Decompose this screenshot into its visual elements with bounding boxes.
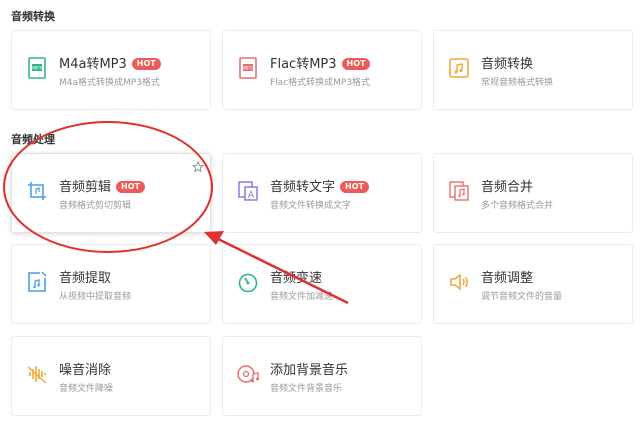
audio-speed-icon <box>236 270 260 294</box>
tool-card-title: 音频提取 <box>59 271 112 286</box>
section-title-conversion: 音频转换 <box>11 10 55 23</box>
tool-card-desc: 常规音频格式转换 <box>481 78 554 88</box>
tool-card-title: 噪音消除 <box>59 363 112 378</box>
tool-card-desc: 音频文件背景音乐 <box>270 384 343 394</box>
flac-file-icon: MP3 <box>236 56 260 80</box>
tool-card-audio-cut[interactable]: 音频剪辑 HOT 音频格式剪切剪辑 <box>11 153 211 233</box>
tool-card-title: 音频转换 <box>481 57 534 72</box>
m4a-file-icon: MP3 <box>25 56 49 80</box>
tool-card-title: 音频剪辑 <box>59 180 112 195</box>
tool-card-title: Flac转MP3 <box>270 57 337 72</box>
tool-card-audio-to-text[interactable]: A 音频转文字 HOT 音频文件转换成文字 <box>222 153 422 233</box>
volume-icon <box>447 270 471 294</box>
tool-card-desc: 音频格式剪切剪辑 <box>59 201 132 211</box>
section-title-processing: 音频处理 <box>11 133 55 146</box>
tool-card-title: 音频调整 <box>481 271 534 286</box>
tool-card-audio-volume[interactable]: 音频调整 调节音频文件的音量 <box>433 244 633 324</box>
tool-card-flac-to-mp3[interactable]: MP3 Flac转MP3 HOT Flac格式转换成MP3格式 <box>222 30 422 110</box>
hot-badge: HOT <box>131 58 161 70</box>
annotation-arrow-head <box>204 231 224 245</box>
tool-card-background-music[interactable]: 添加背景音乐 音频文件背景音乐 <box>222 336 422 416</box>
star-icon[interactable] <box>191 158 205 173</box>
tool-card-desc: 音频文件加减速 <box>270 292 334 302</box>
audio-to-text-icon: A <box>236 179 260 203</box>
hot-badge: HOT <box>116 181 145 193</box>
svg-text:MP3: MP3 <box>243 66 253 72</box>
hot-badge: HOT <box>341 58 371 70</box>
tool-card-desc: 多个音频格式合并 <box>481 201 554 211</box>
tool-card-desc: M4a格式转换成MP3格式 <box>59 78 160 88</box>
tool-card-audio-merge[interactable]: 音频合并 多个音频格式合并 <box>433 153 633 233</box>
tool-card-desc: 音频文件转换成文字 <box>270 201 352 211</box>
audio-cut-icon <box>25 179 49 203</box>
hot-badge: HOT <box>340 181 369 193</box>
background-music-icon <box>236 362 260 386</box>
tool-card-title: M4a转MP3 <box>59 57 127 72</box>
noise-reduction-icon <box>25 362 49 386</box>
svg-text:A: A <box>248 191 255 201</box>
tool-card-desc: 调节音频文件的音量 <box>481 292 563 302</box>
audio-merge-icon <box>447 179 471 203</box>
tool-card-desc: 音频文件降噪 <box>59 384 114 394</box>
tool-card-audio-extract[interactable]: 音频提取 从视频中提取音频 <box>11 244 211 324</box>
tool-card-title: 音频变速 <box>270 271 323 286</box>
tool-card-desc: 从视频中提取音频 <box>59 292 132 302</box>
tool-card-title: 音频合并 <box>481 180 534 195</box>
tool-card-title: 添加背景音乐 <box>270 363 349 378</box>
tool-card-audio-speed[interactable]: 音频变速 音频文件加减速 <box>222 244 422 324</box>
tool-card-m4a-to-mp3[interactable]: MP3 M4a转MP3 HOT M4a格式转换成MP3格式 <box>11 30 211 110</box>
tool-card-audio-convert[interactable]: 音频转换 常规音频格式转换 <box>433 30 633 110</box>
audio-convert-icon <box>447 56 471 80</box>
audio-extract-icon <box>25 270 49 294</box>
tool-card-title: 音频转文字 <box>270 180 336 195</box>
svg-text:MP3: MP3 <box>32 66 42 72</box>
tool-card-noise-reduction[interactable]: 噪音消除 音频文件降噪 <box>11 336 211 416</box>
tool-card-desc: Flac格式转换成MP3格式 <box>270 78 371 88</box>
